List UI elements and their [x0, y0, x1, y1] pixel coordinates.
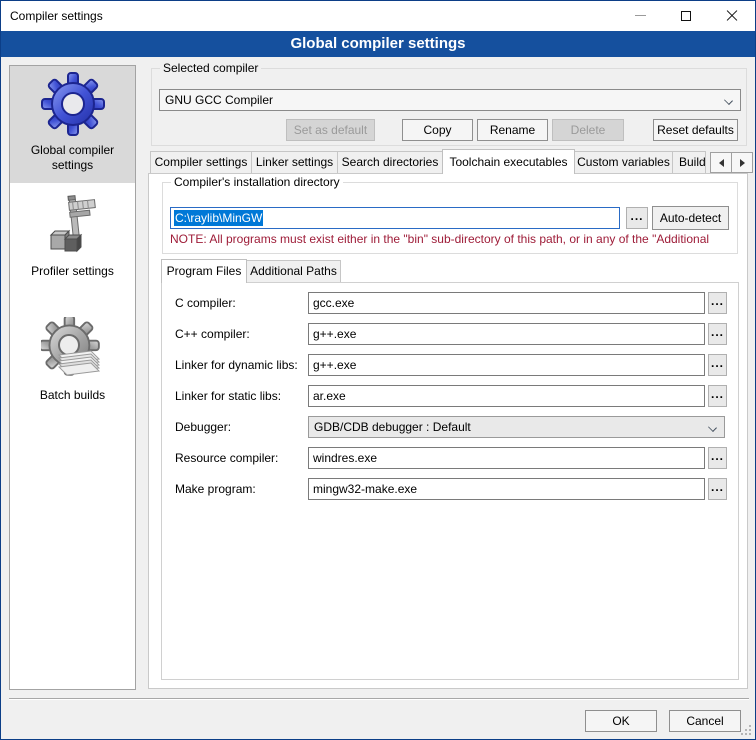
- browse-directory-button[interactable]: ...: [626, 207, 648, 229]
- window-title: Compiler settings: [10, 9, 103, 23]
- group-legend: Selected compiler: [160, 61, 261, 75]
- sidebar-item-global-compiler-settings[interactable]: Global compiler settings: [10, 66, 135, 183]
- tab-build-options[interactable]: Build options: [672, 151, 706, 173]
- c-compiler-browse-button[interactable]: ...: [708, 292, 727, 314]
- program-files-page: C compiler: ... C++ compiler: ... Linker…: [161, 282, 739, 680]
- maximize-button[interactable]: [663, 1, 709, 30]
- group-legend: Compiler's installation directory: [171, 175, 343, 189]
- c-compiler-label: C compiler:: [175, 296, 236, 312]
- resize-grip[interactable]: [740, 724, 751, 735]
- debugger-select-value: GDB/CDB debugger : Default: [314, 420, 471, 434]
- sidebar-item-label: Global compiler settings: [10, 143, 135, 173]
- rename-button[interactable]: Rename: [477, 119, 548, 141]
- make-program-browse-button[interactable]: ...: [708, 478, 727, 500]
- tab-scroll-right-button[interactable]: [731, 152, 753, 173]
- copy-button[interactable]: Copy: [402, 119, 473, 141]
- make-program-label: Make program:: [175, 482, 256, 498]
- resource-compiler-label: Resource compiler:: [175, 451, 278, 467]
- dialog-body: Global compiler settings: [1, 57, 755, 739]
- debugger-label: Debugger:: [175, 420, 231, 436]
- tab-custom-variables[interactable]: Custom variables: [574, 151, 673, 173]
- selected-text: C:\raylib\MinGW: [174, 210, 263, 226]
- minimize-icon: [635, 15, 646, 16]
- resource-compiler-browse-button[interactable]: ...: [708, 447, 727, 469]
- dynamic-linker-label: Linker for dynamic libs:: [175, 358, 298, 374]
- dynamic-linker-input[interactable]: [308, 354, 705, 376]
- make-program-input[interactable]: [308, 478, 705, 500]
- sidebar-item-batch-builds[interactable]: Batch builds: [10, 311, 135, 436]
- installation-directory-input[interactable]: C:\raylib\MinGW: [170, 207, 620, 229]
- tab-additional-paths[interactable]: Additional Paths: [246, 260, 341, 282]
- compiler-settings-dialog: Compiler settings Global compiler settin…: [0, 0, 756, 740]
- static-linker-browse-button[interactable]: ...: [708, 385, 727, 407]
- cpp-compiler-browse-button[interactable]: ...: [708, 323, 727, 345]
- tab-search-directories[interactable]: Search directories: [337, 151, 443, 173]
- gear-blue-icon: [41, 72, 105, 139]
- selected-compiler-group: Selected compiler GNU GCC Compiler Set a…: [151, 68, 747, 146]
- delete-button[interactable]: Delete: [552, 119, 624, 141]
- auto-detect-button[interactable]: Auto-detect: [652, 206, 729, 230]
- sidebar-item-label: Batch builds: [36, 388, 109, 403]
- tab-compiler-settings[interactable]: Compiler settings: [150, 151, 252, 173]
- dynamic-linker-browse-button[interactable]: ...: [708, 354, 727, 376]
- minimize-button[interactable]: [617, 1, 663, 30]
- chevron-down-icon: [708, 423, 717, 432]
- toolchain-executables-page: Compiler's installation directory C:\ray…: [148, 173, 748, 689]
- arrow-left-icon: [719, 159, 724, 167]
- static-linker-input[interactable]: [308, 385, 705, 407]
- resource-compiler-input[interactable]: [308, 447, 705, 469]
- footer-divider: [9, 698, 749, 700]
- dialog-banner: Global compiler settings: [1, 31, 755, 57]
- tab-scroll-arrows: [710, 152, 752, 173]
- maximize-icon: [681, 11, 691, 21]
- titlebar[interactable]: Compiler settings: [1, 1, 755, 31]
- reset-defaults-button[interactable]: Reset defaults: [653, 119, 738, 141]
- c-compiler-input[interactable]: [308, 292, 705, 314]
- caliper-icon: [41, 193, 105, 260]
- program-tabs: Program Files Additional Paths: [161, 259, 340, 282]
- settings-tabstrip: Compiler settings Linker settings Search…: [150, 151, 705, 173]
- cancel-button[interactable]: Cancel: [669, 710, 741, 732]
- tab-scroll-left-button[interactable]: [710, 152, 732, 173]
- close-icon: [726, 10, 738, 22]
- cpp-compiler-input[interactable]: [308, 323, 705, 345]
- cpp-compiler-label: C++ compiler:: [175, 327, 250, 343]
- debugger-select[interactable]: GDB/CDB debugger : Default: [308, 416, 725, 438]
- installation-directory-group: Compiler's installation directory C:\ray…: [162, 182, 738, 254]
- compiler-select[interactable]: GNU GCC Compiler: [159, 89, 741, 111]
- set-as-default-button[interactable]: Set as default: [286, 119, 375, 141]
- tab-linker-settings[interactable]: Linker settings: [251, 151, 338, 173]
- settings-category-list: Global compiler settings: [9, 65, 136, 690]
- close-button[interactable]: [709, 1, 755, 30]
- sidebar-item-profiler-settings[interactable]: Profiler settings: [10, 183, 135, 295]
- bin-subdirectory-note: NOTE: All programs must exist either in …: [170, 232, 735, 246]
- compiler-select-value: GNU GCC Compiler: [165, 93, 273, 107]
- gear-gray-stack-icon: [41, 317, 105, 384]
- static-linker-label: Linker for static libs:: [175, 389, 281, 405]
- tab-toolchain-executables[interactable]: Toolchain executables: [442, 149, 575, 174]
- arrow-right-icon: [740, 159, 745, 167]
- tab-program-files[interactable]: Program Files: [161, 259, 247, 283]
- chevron-down-icon: [724, 96, 733, 105]
- ok-button[interactable]: OK: [585, 710, 657, 732]
- sidebar-item-label: Profiler settings: [27, 264, 118, 279]
